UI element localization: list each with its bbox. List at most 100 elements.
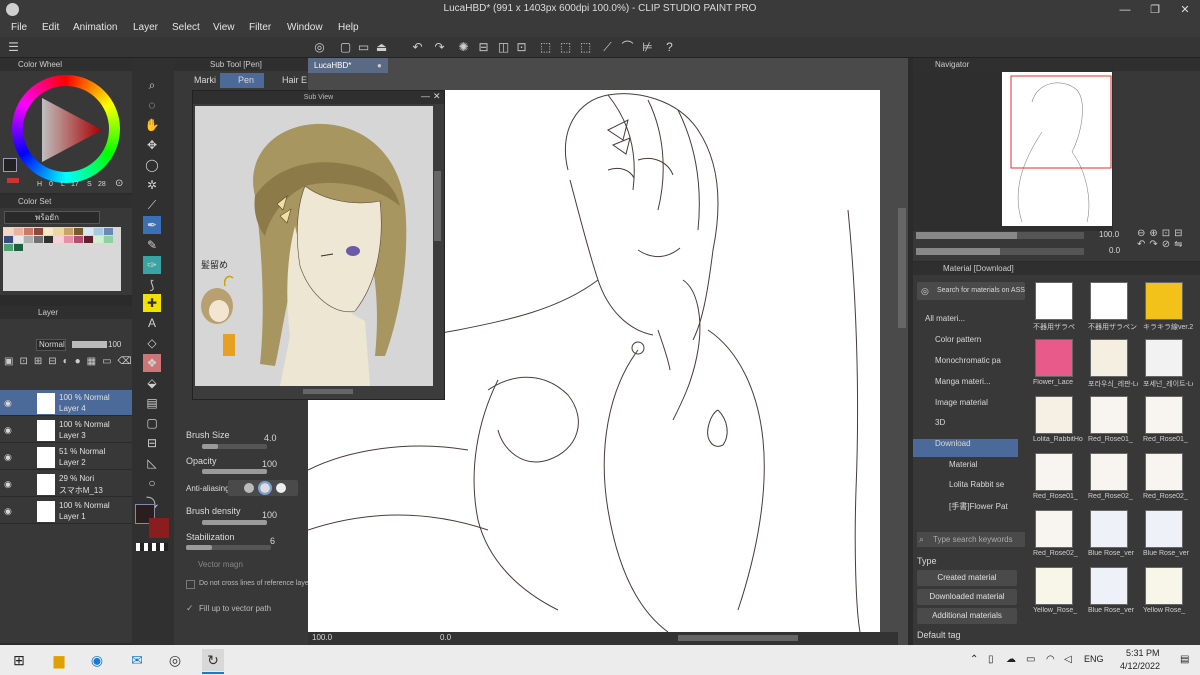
- ruler-tool-icon[interactable]: ◺: [143, 454, 161, 472]
- menu-layer[interactable]: Layer: [133, 22, 158, 33]
- color-swatch[interactable]: [84, 236, 93, 243]
- figure-tool-icon[interactable]: ▢: [143, 414, 161, 432]
- invert-selection-icon[interactable]: ⬚: [558, 40, 573, 55]
- nav-rotate-value[interactable]: 0.0: [1109, 246, 1120, 255]
- additional-materials-button[interactable]: Additional materials: [917, 608, 1017, 624]
- help-icon[interactable]: ?: [662, 40, 677, 55]
- layer-row[interactable]: ◉ 100 % Normal Layer 1: [0, 498, 132, 524]
- windows-start-icon[interactable]: ⊞: [8, 649, 30, 671]
- layer-row[interactable]: ◉ 100 % Normal Layer 4: [0, 390, 132, 416]
- sub-color-chip[interactable]: [7, 178, 19, 183]
- tray-battery-icon[interactable]: ▭: [1026, 654, 1035, 665]
- material-thumbnail[interactable]: [1035, 453, 1073, 491]
- color-swatch[interactable]: [44, 228, 53, 235]
- menu-help[interactable]: Help: [338, 22, 359, 33]
- clear-outside-icon[interactable]: ⊟: [476, 40, 491, 55]
- clear-icon[interactable]: ✺: [456, 40, 471, 55]
- opacity-value[interactable]: 100: [262, 459, 277, 469]
- notifications-icon[interactable]: ▤: [1180, 654, 1189, 665]
- horizontal-scrollbar[interactable]: [678, 635, 798, 641]
- stabilization-slider[interactable]: [186, 545, 271, 550]
- save-icon[interactable]: ⏏: [374, 40, 389, 55]
- tray-up-icon[interactable]: ⌃: [970, 654, 978, 665]
- tab-marker[interactable]: Marki: [176, 73, 220, 88]
- brush-size-value[interactable]: 4.0: [264, 433, 277, 443]
- no-cross-checkbox[interactable]: [186, 580, 195, 589]
- eraser-tool-icon[interactable]: ◇: [143, 334, 161, 352]
- material-thumbnail[interactable]: [1090, 282, 1128, 320]
- mail-icon[interactable]: ✉: [126, 649, 148, 671]
- color-swatch[interactable]: [14, 228, 23, 235]
- color-swatch[interactable]: [64, 236, 73, 243]
- material-thumbnail[interactable]: [1145, 567, 1183, 605]
- color-swatch[interactable]: [4, 236, 13, 243]
- menu-animation[interactable]: Animation: [73, 22, 117, 33]
- panel-menu-icon[interactable]: ☰: [6, 40, 21, 55]
- material-thumbnail[interactable]: [1090, 396, 1128, 434]
- tree-item[interactable]: Download: [935, 439, 971, 448]
- tree-item[interactable]: Material: [949, 460, 977, 469]
- sub-view-minimize-icon[interactable]: —: [421, 91, 430, 101]
- pen-tool-icon[interactable]: ✒: [143, 216, 161, 234]
- tree-item[interactable]: 3D: [935, 418, 945, 427]
- airbrush-icon[interactable]: ⟆: [143, 276, 161, 294]
- saturation-triangle[interactable]: [30, 92, 106, 168]
- keyword-search-field[interactable]: Type search keywords: [917, 532, 1025, 547]
- material-thumbnail[interactable]: [1035, 510, 1073, 548]
- nav-zoom-slider[interactable]: [916, 232, 1084, 239]
- nav-rotate-slider[interactable]: [916, 248, 1084, 255]
- color-mode-icon[interactable]: ⊙: [115, 178, 123, 189]
- visibility-eye-icon[interactable]: ◉: [4, 479, 12, 490]
- show-selection-icon[interactable]: ⬚: [578, 40, 593, 55]
- material-thumbnail[interactable]: [1090, 453, 1128, 491]
- gradient-tool-icon[interactable]: ▤: [143, 394, 161, 412]
- material-thumbnail[interactable]: [1145, 339, 1183, 377]
- fill-vector-check-icon[interactable]: ✓: [186, 603, 194, 614]
- tree-item[interactable]: Image material: [935, 398, 988, 407]
- clip-studio-taskbar-icon[interactable]: ◎: [164, 649, 186, 671]
- hand-tool-icon[interactable]: ✋: [143, 116, 161, 134]
- file-explorer-icon[interactable]: ▆: [48, 649, 70, 671]
- menu-view[interactable]: View: [213, 22, 235, 33]
- tray-volume-icon[interactable]: ◁: [1064, 654, 1072, 665]
- canvas-rotation-value[interactable]: 0.0: [440, 633, 451, 642]
- material-thumbnail[interactable]: [1145, 510, 1183, 548]
- edge-browser-icon[interactable]: ◉: [86, 649, 108, 671]
- nav-zoom-value[interactable]: 100.0: [1099, 230, 1119, 239]
- color-swatch[interactable]: [54, 228, 63, 235]
- canvas-zoom-value[interactable]: 100.0: [312, 633, 332, 642]
- brush-density-value[interactable]: 100: [262, 510, 277, 520]
- snap-ruler-icon[interactable]: ⟋: [600, 40, 615, 55]
- tray-cloud-icon[interactable]: ☁: [1006, 654, 1016, 665]
- tray-time[interactable]: 5:31 PM: [1126, 648, 1160, 658]
- color-swatch[interactable]: [14, 244, 23, 251]
- stabilization-value[interactable]: 6: [270, 536, 275, 546]
- sub-drawing-color[interactable]: [149, 518, 169, 538]
- snap-grid-icon[interactable]: ⊭: [640, 40, 655, 55]
- color-swatch[interactable]: [94, 228, 103, 235]
- layer-row[interactable]: ◉ 29 % Nori スマホM_13: [0, 471, 132, 497]
- color-swatch[interactable]: [94, 236, 103, 243]
- maximize-button[interactable]: ❐: [1140, 1, 1170, 19]
- deselect-icon[interactable]: ⬚: [538, 40, 553, 55]
- visibility-eye-icon[interactable]: ◉: [4, 398, 12, 409]
- menu-edit[interactable]: Edit: [42, 22, 59, 33]
- layer-row[interactable]: ◉ 51 % Normal Layer 2: [0, 444, 132, 470]
- material-thumbnail[interactable]: [1145, 453, 1183, 491]
- transparent-color[interactable]: [136, 543, 168, 551]
- visibility-eye-icon[interactable]: ◉: [4, 425, 12, 436]
- clip-studio-paint-taskbar-icon[interactable]: ↻: [202, 649, 224, 671]
- tree-item[interactable]: [手書]Flower Pat: [949, 501, 1008, 512]
- color-swatch[interactable]: [24, 236, 33, 243]
- sub-view-scrollbar[interactable]: [434, 171, 441, 241]
- color-swatch[interactable]: [84, 228, 93, 235]
- blend-tool-icon[interactable]: ❖: [143, 354, 161, 372]
- material-thumbnail[interactable]: [1090, 510, 1128, 548]
- eyedropper-icon[interactable]: ⟋: [143, 196, 161, 214]
- select-tool-icon[interactable]: ◯: [143, 156, 161, 174]
- color-swatch[interactable]: [54, 236, 63, 243]
- brush-size-slider[interactable]: [202, 444, 267, 449]
- material-thumbnail[interactable]: [1035, 567, 1073, 605]
- tree-item[interactable]: Manga materi...: [935, 377, 991, 386]
- text-tool-icon[interactable]: A: [143, 314, 161, 332]
